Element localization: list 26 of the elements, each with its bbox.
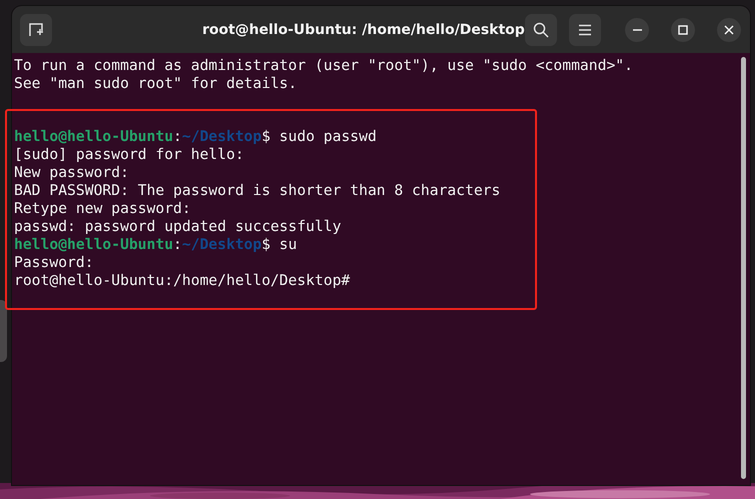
search-icon [533,22,549,38]
menu-icon [578,24,592,36]
terminal-line: hello@hello-Ubuntu:~/Desktop$ su [14,236,298,254]
new-tab-icon [28,22,44,38]
terminal-line: To run a command as administrator (user "root"), use "sudo <command>". [14,57,634,75]
terminal-line: Retype new password: [14,200,192,218]
panel-handle[interactable] [0,300,7,362]
terminal-line: [sudo] password for hello: [14,146,245,164]
terminal-line: root@hello-Ubuntu:/home/hello/Desktop# [14,272,352,290]
new-tab-button[interactable] [20,14,52,46]
scrollbar[interactable] [741,57,746,479]
terminal-line: passwd: password updated successfully [14,218,342,236]
menu-button[interactable] [569,14,601,46]
terminal-line: Password: [14,254,95,272]
terminal-line: See "man sudo root" for details. [14,75,298,93]
close-icon [724,24,734,34]
maximize-button[interactable] [671,18,695,42]
minimize-button[interactable] [625,18,649,42]
minimize-icon [632,28,642,30]
close-button[interactable] [717,18,741,42]
terminal-line: New password: [14,164,130,182]
terminal-line: hello@hello-Ubuntu:~/Desktop$ sudo passwd [14,128,378,146]
maximize-icon [678,24,688,34]
terminal-line: BAD PASSWORD: The password is shorter than 8 characters [14,182,502,200]
window-title: root@hello-Ubuntu: /home/hello/Desktop [201,22,525,38]
search-button[interactable] [525,14,557,46]
